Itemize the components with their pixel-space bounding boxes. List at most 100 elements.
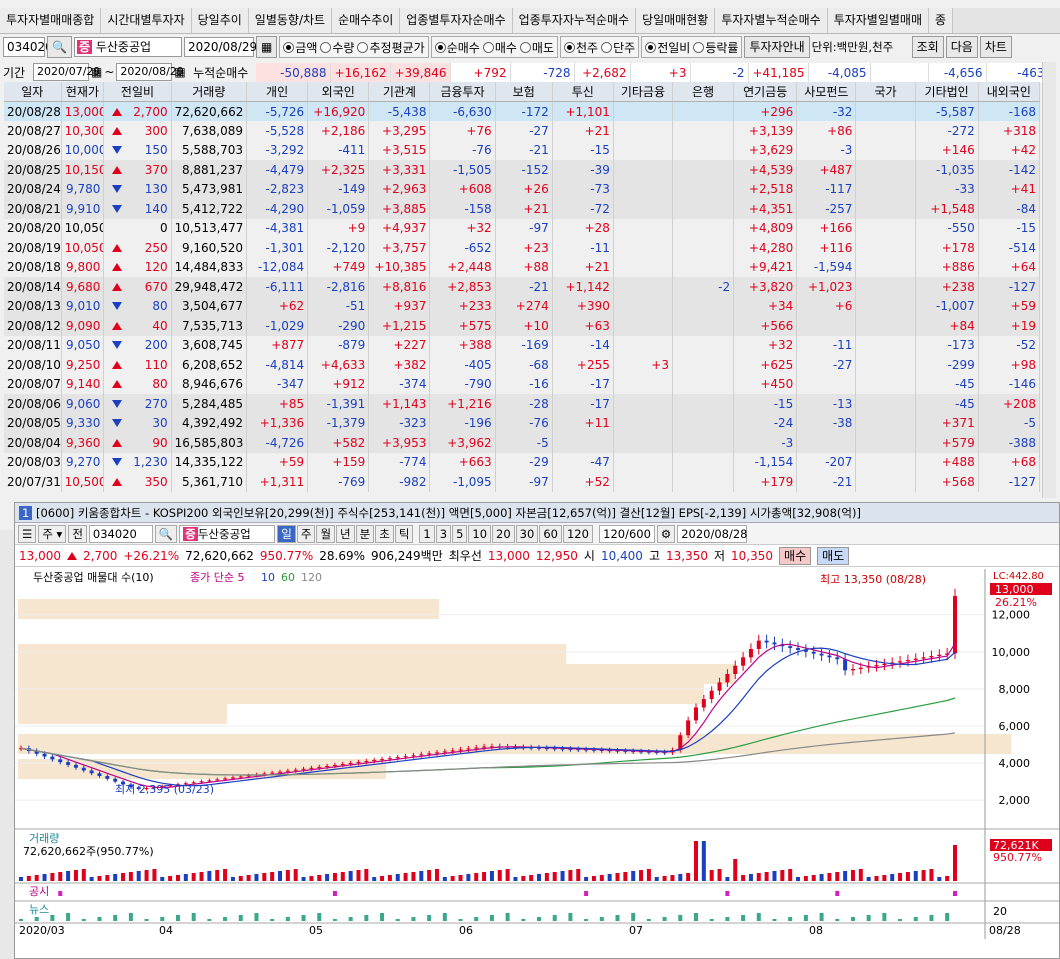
table-row[interactable]: 20/08/05 9,330 30 4,392,492 +1,336 -1,379 -323… — [4, 413, 1041, 433]
prev-button[interactable]: 전 — [68, 524, 87, 543]
minute-3[interactable]: 3 — [435, 524, 452, 543]
investor-info-button[interactable]: 투자자안내 — [744, 36, 810, 58]
table-row[interactable]: 20/08/12 9,090 40 7,535,713 -1,029 -290 +1,215… — [4, 316, 1041, 336]
column-header[interactable]: 현재가 — [61, 82, 105, 102]
minute-1[interactable]: 1 — [419, 524, 435, 543]
search-icon[interactable]: 🔍 — [47, 36, 72, 58]
table-row[interactable]: 20/08/26 10,000 150 5,588,703 -3,292 -411 +3,5… — [4, 140, 1041, 160]
table-row[interactable]: 20/08/07 9,140 80 8,946,676 -347 +912 -374 -790… — [4, 374, 1041, 394]
table-row[interactable]: 20/08/20 10,050 0 10,513,477 -4,381 +9 +4,937 +… — [4, 218, 1041, 238]
stock-code-input[interactable]: 034020 — [3, 37, 53, 57]
column-header[interactable]: 외국인 — [307, 82, 370, 102]
calendar-icon[interactable]: ▦ — [91, 65, 102, 79]
radio-r4-0[interactable]: 전일비 — [645, 39, 690, 56]
next-button[interactable]: 다음 — [945, 36, 978, 58]
calendar-icon[interactable]: ▦ — [255, 36, 278, 58]
tab-8[interactable]: 투자자별누적순매수 — [715, 8, 828, 33]
radio-r1-1[interactable]: 수량 — [320, 39, 354, 56]
chart-code-input[interactable]: 034020 — [88, 524, 153, 543]
radio-r3-1[interactable]: 단주 — [601, 39, 635, 56]
calendar-icon[interactable]: ▦ — [174, 65, 185, 79]
radio-r2-0[interactable]: 순매수 — [434, 39, 480, 56]
table-row[interactable]: 20/08/03 9,270 1,230 14,335,122 +59 +159 -774 +… — [4, 452, 1041, 472]
radio-r2-1[interactable]: 매수 — [482, 39, 517, 56]
table-row[interactable]: 20/08/21 9,910 140 5,412,722 -4,290 -1,059 +3,… — [4, 199, 1041, 219]
price-chart[interactable]: 12,000 10,000 8,000 6,000 4,000 2,000 최고 13,35… — [15, 569, 1059, 939]
tab-5[interactable]: 업종별투자자순매수 — [400, 8, 513, 33]
table-row[interactable]: 20/08/28 13,000 2,700 72,620,662 -5,726 +16,9… — [4, 101, 1041, 121]
tab-9[interactable]: 투자자별일별매매 — [827, 8, 930, 33]
date-input[interactable]: 2020/08/29 — [183, 37, 257, 57]
table-row[interactable]: 20/08/11 9,050 200 3,608,745 +877 -879 +227 +38… — [4, 335, 1041, 355]
table-row[interactable]: 20/08/13 9,010 80 3,504,677 +62 -51 +937 +233 +2… — [4, 296, 1041, 316]
minute-5[interactable]: 5 — [452, 524, 468, 543]
tab-0[interactable]: 투자자별매매종합 — [0, 8, 102, 33]
column-header[interactable]: 기타법인 — [915, 82, 979, 102]
period-6[interactable]: 틱 — [394, 524, 414, 543]
table-row[interactable]: 20/08/04 9,360 90 16,585,803 -4,726 +582 +3,95… — [4, 433, 1041, 453]
stock-type-select[interactable]: 주 ▾ — [38, 524, 67, 543]
search-icon[interactable]: 🔍 — [154, 524, 178, 543]
table-row[interactable]: 20/07/31 10,500 350 5,361,710 +1,311 -769 -982… — [4, 472, 1041, 492]
menu-icon[interactable]: ☰ — [18, 524, 37, 543]
tab-10[interactable]: 종 — [929, 8, 954, 33]
minute-30[interactable]: 30 — [515, 524, 539, 543]
buy-button[interactable]: 매수 — [779, 546, 812, 565]
minute-20[interactable]: 20 — [492, 524, 515, 543]
period-to-input[interactable]: 2020/08/29 — [116, 63, 184, 81]
column-header[interactable]: 일자 — [4, 82, 62, 102]
minute-10[interactable]: 10 — [468, 524, 492, 543]
column-header[interactable]: 국가 — [855, 82, 916, 102]
stock-name-field[interactable]: 증 두산중공업 — [73, 37, 182, 57]
period-2[interactable]: 월 — [316, 524, 336, 543]
column-header[interactable]: 사모펀드 — [796, 82, 857, 102]
column-header[interactable]: 전일비 — [103, 82, 172, 102]
column-header[interactable]: 금융투자 — [429, 82, 496, 102]
tab-4[interactable]: 순매수추이 — [332, 8, 401, 33]
tab-2[interactable]: 당일추이 — [191, 8, 249, 33]
table-scrollbar[interactable] — [1042, 62, 1056, 498]
minute-60[interactable]: 60 — [539, 524, 562, 543]
table-row[interactable]: 20/08/06 9,060 270 5,284,485 +85 -1,391 +1,143… — [4, 394, 1041, 414]
minute-120[interactable]: 120 — [562, 524, 593, 543]
chart-button[interactable]: 차트 — [979, 36, 1012, 58]
bar-count-input[interactable]: 120/600 — [598, 524, 655, 543]
tab-7[interactable]: 당일매매현황 — [636, 8, 716, 33]
column-header[interactable]: 기타금융 — [613, 82, 673, 102]
table-row[interactable]: 20/08/19 10,050 250 9,160,520 -1,301 -2,120 +3… — [4, 238, 1041, 258]
table-row[interactable]: 20/08/24 9,780 130 5,473,981 -2,823 -149 +2,96… — [4, 179, 1041, 199]
column-header[interactable]: 은행 — [672, 82, 735, 102]
column-header[interactable]: 보험 — [495, 82, 553, 102]
column-header[interactable]: 거래량 — [171, 82, 248, 102]
column-header[interactable]: 내외국인 — [978, 82, 1041, 102]
radio-r3-0[interactable]: 천주 — [564, 39, 598, 56]
column-header[interactable]: 개인 — [246, 82, 309, 102]
tab-6[interactable]: 업종투자자누적순매수 — [512, 8, 637, 33]
radio-r1-2[interactable]: 추정평균가 — [357, 39, 425, 56]
column-header[interactable]: 투신 — [552, 82, 614, 102]
period-1[interactable]: 주 — [296, 524, 316, 543]
table-row[interactable]: 20/08/10 9,250 110 6,208,652 -4,814 +4,633 +38… — [4, 355, 1041, 375]
tab-1[interactable]: 시간대별투자자 — [101, 8, 192, 33]
period-3[interactable]: 년 — [336, 524, 355, 543]
column-header[interactable]: 기관계 — [368, 82, 431, 102]
chart-date-input[interactable]: 2020/08/28 — [677, 524, 748, 543]
chart-stock-name[interactable]: 증 두산중공업 — [179, 524, 276, 543]
radio-r4-1[interactable]: 등락률 — [693, 39, 738, 56]
radio-r1-0[interactable]: 금액 — [283, 39, 317, 56]
table-row[interactable]: 20/08/18 9,800 120 14,484,833 -12,084 +749 +10… — [4, 257, 1041, 277]
column-header[interactable]: 연기금등 — [733, 82, 798, 102]
volume-bar — [325, 874, 330, 881]
chart-tools-icon[interactable]: ⚙ — [656, 524, 676, 543]
radio-r2-2[interactable]: 매도 — [519, 39, 554, 56]
tab-3[interactable]: 일별동향/차트 — [248, 8, 333, 33]
table-row[interactable]: 20/08/14 9,680 670 29,948,472 -6,111 -2,816 +8… — [4, 277, 1041, 297]
table-row[interactable]: 20/08/25 10,150 370 8,881,237 -4,479 +2,325 +3… — [4, 160, 1041, 180]
period-5[interactable]: 초 — [375, 524, 394, 543]
query-button[interactable]: 조회 — [911, 36, 944, 58]
table-row[interactable]: 20/08/27 10,300 300 7,638,089 -5,528 +2,186 +3… — [4, 121, 1041, 141]
period-0[interactable]: 일 — [277, 524, 296, 543]
period-4[interactable]: 분 — [355, 524, 375, 543]
period-from-input[interactable]: 2020/07/29 — [33, 63, 100, 81]
sell-button[interactable]: 매도 — [817, 546, 850, 565]
